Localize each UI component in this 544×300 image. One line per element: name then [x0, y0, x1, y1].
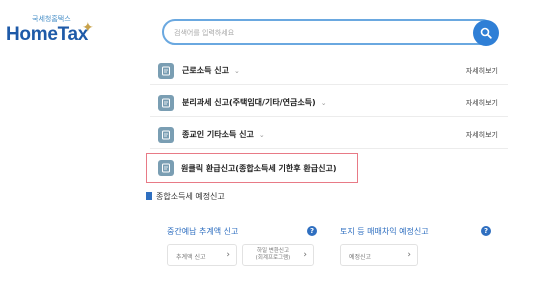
row-label: 원클릭 환급신고(종합소득세 기한후 환급신고) — [181, 164, 337, 173]
chevron-down-icon[interactable]: ⌄ — [259, 131, 265, 139]
row-label: 근로소득 신고 ⌄ — [182, 66, 240, 75]
chevron-right-icon: › — [226, 250, 230, 260]
schedule-heading: 종합소득세 예정신고 — [146, 191, 225, 202]
button-label: 예정신고 — [349, 254, 372, 261]
search-bar — [162, 19, 499, 46]
preliminary-report-button[interactable]: 예정신고 › — [340, 244, 418, 266]
document-icon — [158, 160, 174, 176]
chevron-right-icon: › — [407, 250, 411, 260]
file-convert-button[interactable]: 하일 변환신고 (회계프로그램) › — [242, 244, 314, 266]
document-icon — [158, 127, 174, 143]
bookmark-icon — [146, 192, 152, 200]
chevron-down-icon[interactable]: ⌄ — [321, 99, 327, 107]
button-label: 추계액 신고 — [176, 254, 206, 261]
row-oneclick-refund[interactable]: 원클릭 환급신고(종합소득세 기한후 환급신고) — [146, 153, 358, 183]
logo-title: HomeTax — [6, 24, 89, 45]
document-icon — [158, 63, 174, 79]
row-separate-taxation[interactable]: 분리과세 신고(주택임대/기타/연금소득) ⌄ 자세히보기 — [150, 89, 508, 117]
hometax-logo[interactable]: 국세청홈택스 HomeTax ✦ — [6, 14, 106, 50]
search-input[interactable] — [174, 25, 454, 40]
search-icon — [480, 27, 492, 39]
section-land-title: 토지 등 매매차익 예정신고 — [340, 227, 429, 236]
row-label: 종교인 기타소득 신고 ⌄ — [182, 130, 265, 139]
chevron-right-icon: › — [303, 250, 307, 260]
button-label: 하일 변환신고 (회계프로그램) — [255, 248, 291, 261]
row-earned-income[interactable]: 근로소득 신고 ⌄ 자세히보기 — [150, 57, 508, 85]
document-icon — [158, 95, 174, 111]
row-label: 분리과세 신고(주택임대/기타/연금소득) ⌄ — [182, 98, 327, 107]
more-link[interactable]: 자세히보기 — [466, 130, 498, 140]
logo-subtitle: 국세청홈택스 — [32, 15, 71, 23]
section-interim-title: 중간예납 추계액 신고 — [167, 227, 239, 236]
search-button[interactable] — [473, 20, 499, 46]
question-icon[interactable]: ? — [307, 226, 317, 236]
question-icon[interactable]: ? — [481, 226, 491, 236]
more-link[interactable]: 자세히보기 — [466, 66, 498, 76]
chevron-down-icon[interactable]: ⌄ — [234, 67, 240, 75]
more-link[interactable]: 자세히보기 — [466, 98, 498, 108]
row-religious-income[interactable]: 종교인 기타소득 신고 ⌄ 자세히보기 — [150, 121, 508, 149]
sparkle-icon: ✦ — [82, 20, 94, 36]
estimate-report-button[interactable]: 추계액 신고 › — [167, 244, 237, 266]
